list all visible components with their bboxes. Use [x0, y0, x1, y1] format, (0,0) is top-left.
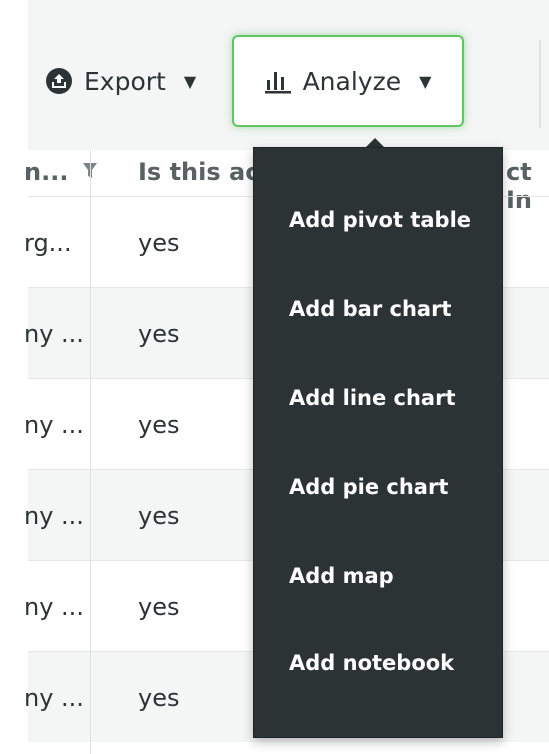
analyze-label: Analyze [302, 66, 402, 96]
upload-icon [46, 68, 72, 94]
export-caret-icon: ▼ [183, 71, 197, 91]
analyze-dropdown-menu: Add pivot table Add bar chart Add line c… [253, 147, 503, 738]
toolbar-divider [539, 40, 541, 128]
analyze-caret-icon: ▼ [419, 71, 432, 91]
column-header[interactable]: Is this ac [138, 158, 259, 186]
menu-item-add-line-chart[interactable]: Add line chart [289, 386, 456, 410]
menu-item-add-notebook[interactable]: Add notebook [289, 651, 454, 675]
menu-item-add-pie-chart[interactable]: Add pie chart [289, 475, 448, 499]
menu-item-add-pivot-table[interactable]: Add pivot table [289, 208, 471, 232]
table-cell: ny ... [24, 502, 84, 530]
table-cell: rg... [24, 229, 72, 257]
column-header[interactable]: n... [24, 158, 74, 186]
menu-item-add-map[interactable]: Add map [289, 564, 394, 588]
table-cell: ny ... [24, 593, 84, 621]
table-cell: yes [138, 229, 180, 257]
table-cell: ny ... [24, 684, 84, 712]
bar-chart-icon [264, 72, 291, 94]
column-divider [90, 150, 91, 754]
table-cell: yes [138, 411, 180, 439]
table-cell: yes [138, 684, 180, 712]
table-cell: ny ... [24, 411, 84, 439]
menu-item-add-bar-chart[interactable]: Add bar chart [289, 297, 451, 321]
table-cell: yes [138, 320, 180, 348]
export-label: Export [84, 66, 166, 96]
table-cell: yes [138, 593, 180, 621]
analyze-button[interactable]: Analyze ▼ [232, 35, 464, 127]
export-button[interactable]: Export ▼ [46, 58, 196, 104]
table-cell: yes [138, 502, 180, 530]
table-cell: ny ... [24, 320, 84, 348]
